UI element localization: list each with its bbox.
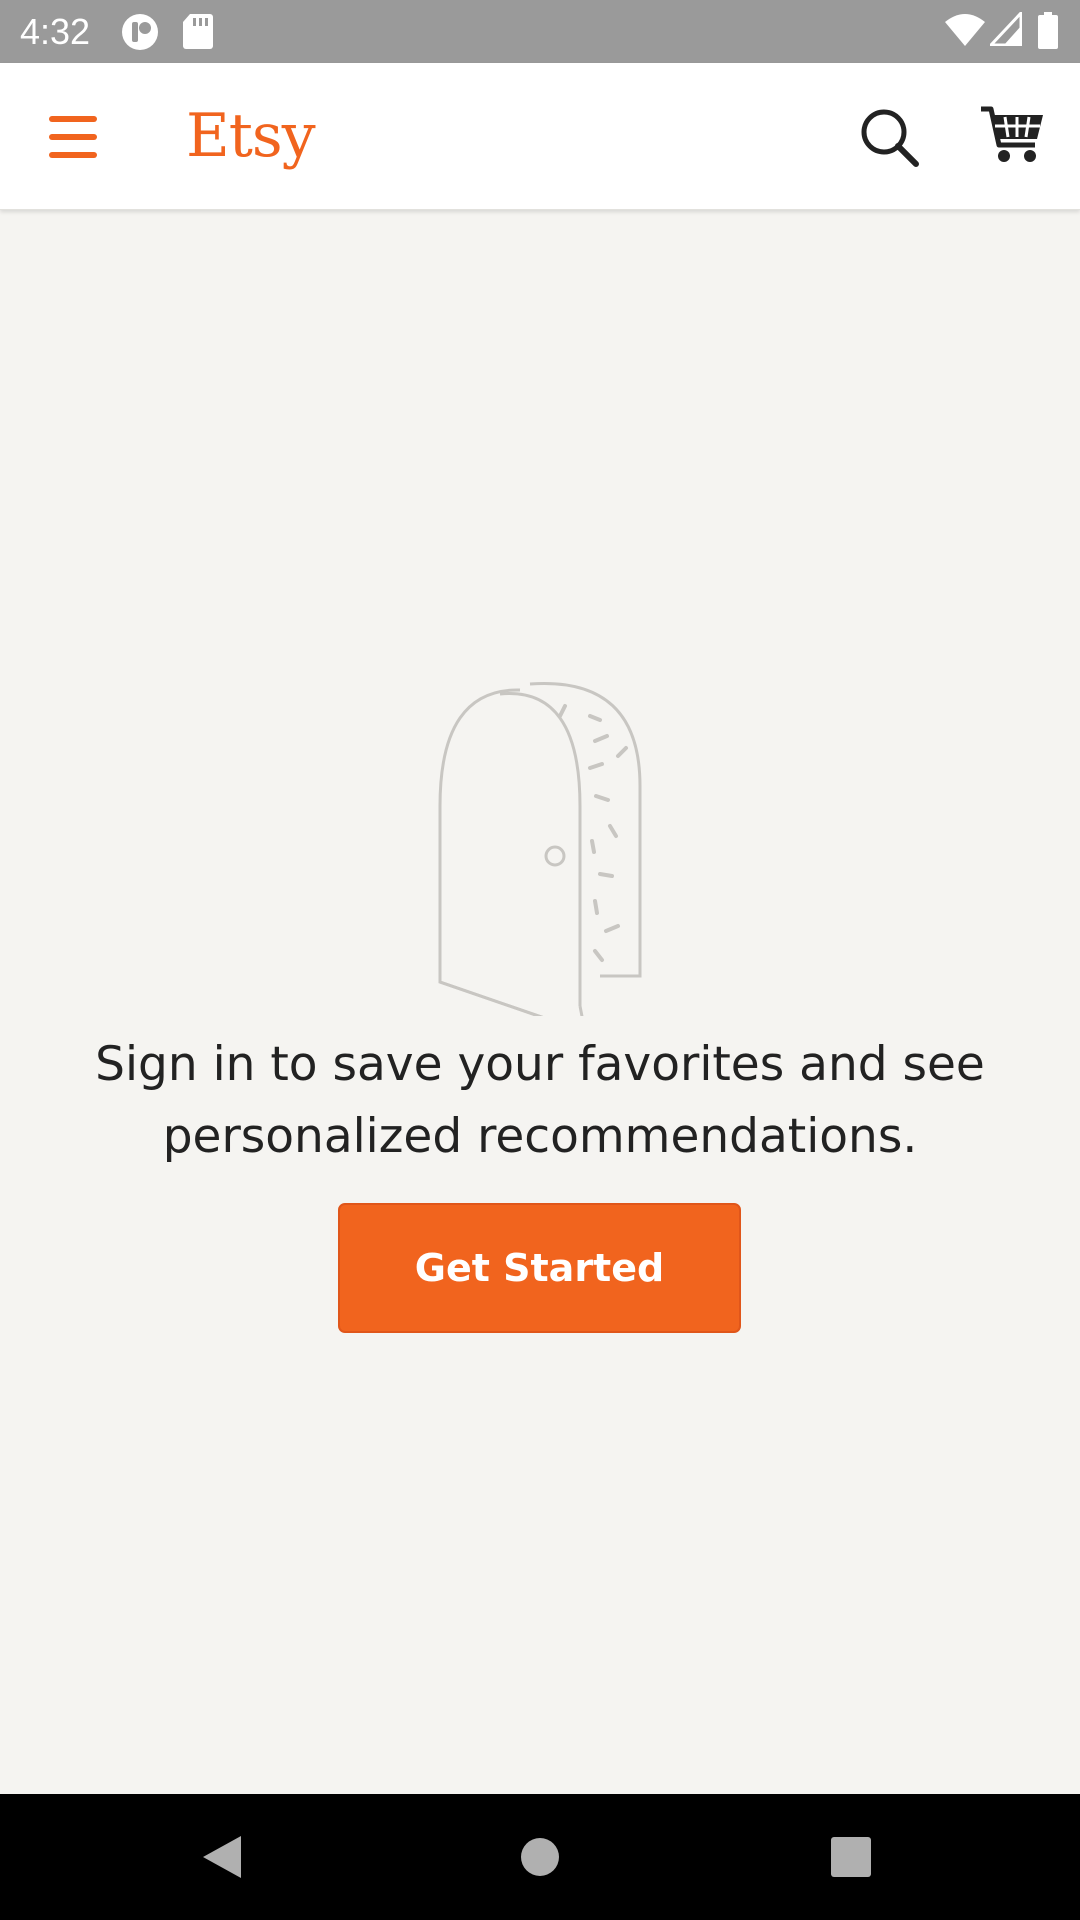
search-icon [861, 109, 919, 167]
recents-button[interactable] [816, 1824, 886, 1890]
home-button[interactable] [505, 1824, 575, 1890]
system-nav-bar [0, 1794, 1080, 1920]
wifi-icon [945, 14, 985, 46]
sign-in-message-line-2: personalized recommendations. [162, 1109, 918, 1164]
app-bar: Etsy [0, 63, 1080, 210]
back-button[interactable] [190, 1824, 260, 1890]
sd-card-icon [183, 14, 213, 49]
cart-icon [981, 106, 1043, 162]
status-time: 4:32 [20, 11, 91, 52]
etsy-logo[interactable]: Etsy [186, 103, 316, 169]
sign-in-message: Sign in to save your favorites and see p… [40, 1029, 1040, 1173]
menu-button[interactable] [30, 99, 115, 174]
cart-button[interactable] [977, 99, 1049, 171]
cell-signal-icon [990, 12, 1022, 46]
status-bar: 4:32 [0, 0, 1080, 63]
back-icon [203, 1836, 241, 1878]
notification-app-icon [122, 14, 158, 50]
home-icon [521, 1838, 559, 1876]
open-door-icon [438, 681, 642, 1016]
sign-in-message-line-1: Sign in to save your favorites and see [95, 1037, 985, 1092]
recents-icon [831, 1837, 871, 1877]
search-button[interactable] [853, 101, 925, 173]
get-started-button[interactable]: Get Started [338, 1203, 741, 1333]
battery-icon [1038, 12, 1058, 49]
main-content: Sign in to save your favorites and see p… [0, 211, 1080, 1794]
menu-icon [49, 116, 97, 158]
